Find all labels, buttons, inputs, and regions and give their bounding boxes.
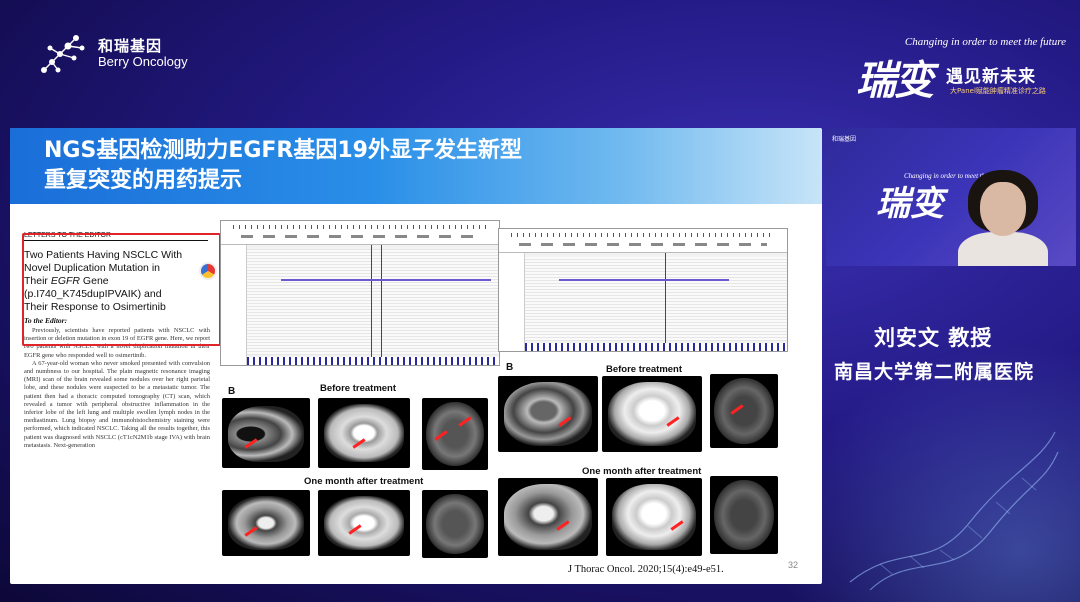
left-igv-reads [247, 249, 499, 355]
right-igv-alignment [498, 228, 788, 352]
event-subtitle: 遇见新未来 [946, 67, 1036, 87]
brand-logo: 和瑞基因 Berry Oncology [38, 30, 188, 78]
webcam-char-1: 瑞 [876, 184, 910, 224]
right-mri-before [710, 374, 778, 448]
left-igv-marker-1 [371, 245, 372, 365]
webcam-char-2: 变 [910, 184, 944, 224]
right-igv-gutter [499, 253, 525, 351]
speaker-video [958, 170, 1048, 266]
right-before-treatment-label: Before treatment [606, 364, 683, 375]
right-ct-after-2 [606, 478, 702, 556]
brand-name-cn: 和瑞基因 [98, 36, 163, 55]
right-igv-insertion [559, 279, 729, 281]
right-igv-marker [665, 253, 666, 351]
speaker-name: 刘安文 教授 [874, 326, 993, 350]
slide-header: NGS基因检测助力EGFR基因19外显子发生新型 重复突变的用药提示 [10, 128, 822, 204]
slide-title-line2: 重复突变的用药提示 [44, 168, 243, 193]
molecule-logo-icon [41, 35, 85, 73]
webcam-brand: 和瑞基因 [832, 136, 857, 143]
right-ct-after-1 [498, 478, 598, 556]
left-igv-ruler [221, 221, 499, 245]
slide-title: NGS基因检测助力EGFR基因19外显子发生新型 重复突变的用药提示 [44, 136, 522, 196]
event-logo: Changing in order to meet the future 瑞变 … [846, 36, 1066, 106]
left-ct-after-2 [318, 490, 410, 556]
left-before-treatment-label: Before treatment [320, 383, 397, 394]
left-igv-insertion [281, 279, 491, 281]
left-after-treatment-label: One month after treatment [304, 476, 424, 487]
webcam-event-big: 瑞变 [876, 176, 944, 225]
left-ct-before-2 [318, 398, 410, 468]
right-igv-ruler [499, 229, 787, 253]
left-panel-b-label: B [228, 386, 236, 397]
event-tagline: Changing in order to meet the future [904, 36, 1066, 48]
right-after-treatment-label: One month after treatment [582, 466, 702, 477]
right-ct-before-1 [498, 376, 598, 452]
left-igv-bottom-track [247, 357, 499, 365]
left-mri-before [422, 398, 488, 470]
left-ct-after-1 [222, 490, 310, 556]
dna-helix-decoration [849, 431, 1059, 591]
right-mri-after [710, 476, 778, 554]
event-char-1: 瑞 [856, 57, 896, 104]
highlight-box [22, 233, 221, 346]
right-igv-bottom-track [525, 343, 787, 351]
left-igv-alignment [220, 220, 500, 366]
slide-page-number: 32 [788, 560, 799, 570]
left-mri-after [422, 490, 488, 558]
paper-paragraph-2: A 67-year-old woman who never smoked pre… [24, 359, 210, 449]
right-ct-before-2 [602, 376, 702, 452]
event-char-2: 变 [894, 57, 934, 104]
left-igv-marker-2 [381, 245, 382, 365]
right-panel-b-label: B [506, 362, 514, 373]
brand-name-en: Berry Oncology [98, 54, 188, 70]
event-big-characters: 瑞变 [856, 48, 934, 106]
slide-title-line1: NGS基因检测助力EGFR基因19外显子发生新型 [44, 138, 522, 163]
event-small-line: 大Panel赋能肿瘤精准诊疗之路 [950, 87, 1046, 95]
speaker-webcam: 和瑞基因 Changing in order to meet the futur… [826, 128, 1076, 266]
right-igv-reads [525, 257, 787, 341]
citation: J Thorac Oncol. 2020;15(4):e49-e51. [568, 564, 724, 575]
left-igv-gutter [221, 245, 247, 365]
left-ct-before-1 [222, 398, 310, 468]
speaker-affiliation: 南昌大学第二附属医院 [834, 361, 1035, 383]
presentation-slide: NGS基因检测助力EGFR基因19外显子发生新型 重复突变的用药提示 LETTE… [10, 128, 822, 584]
